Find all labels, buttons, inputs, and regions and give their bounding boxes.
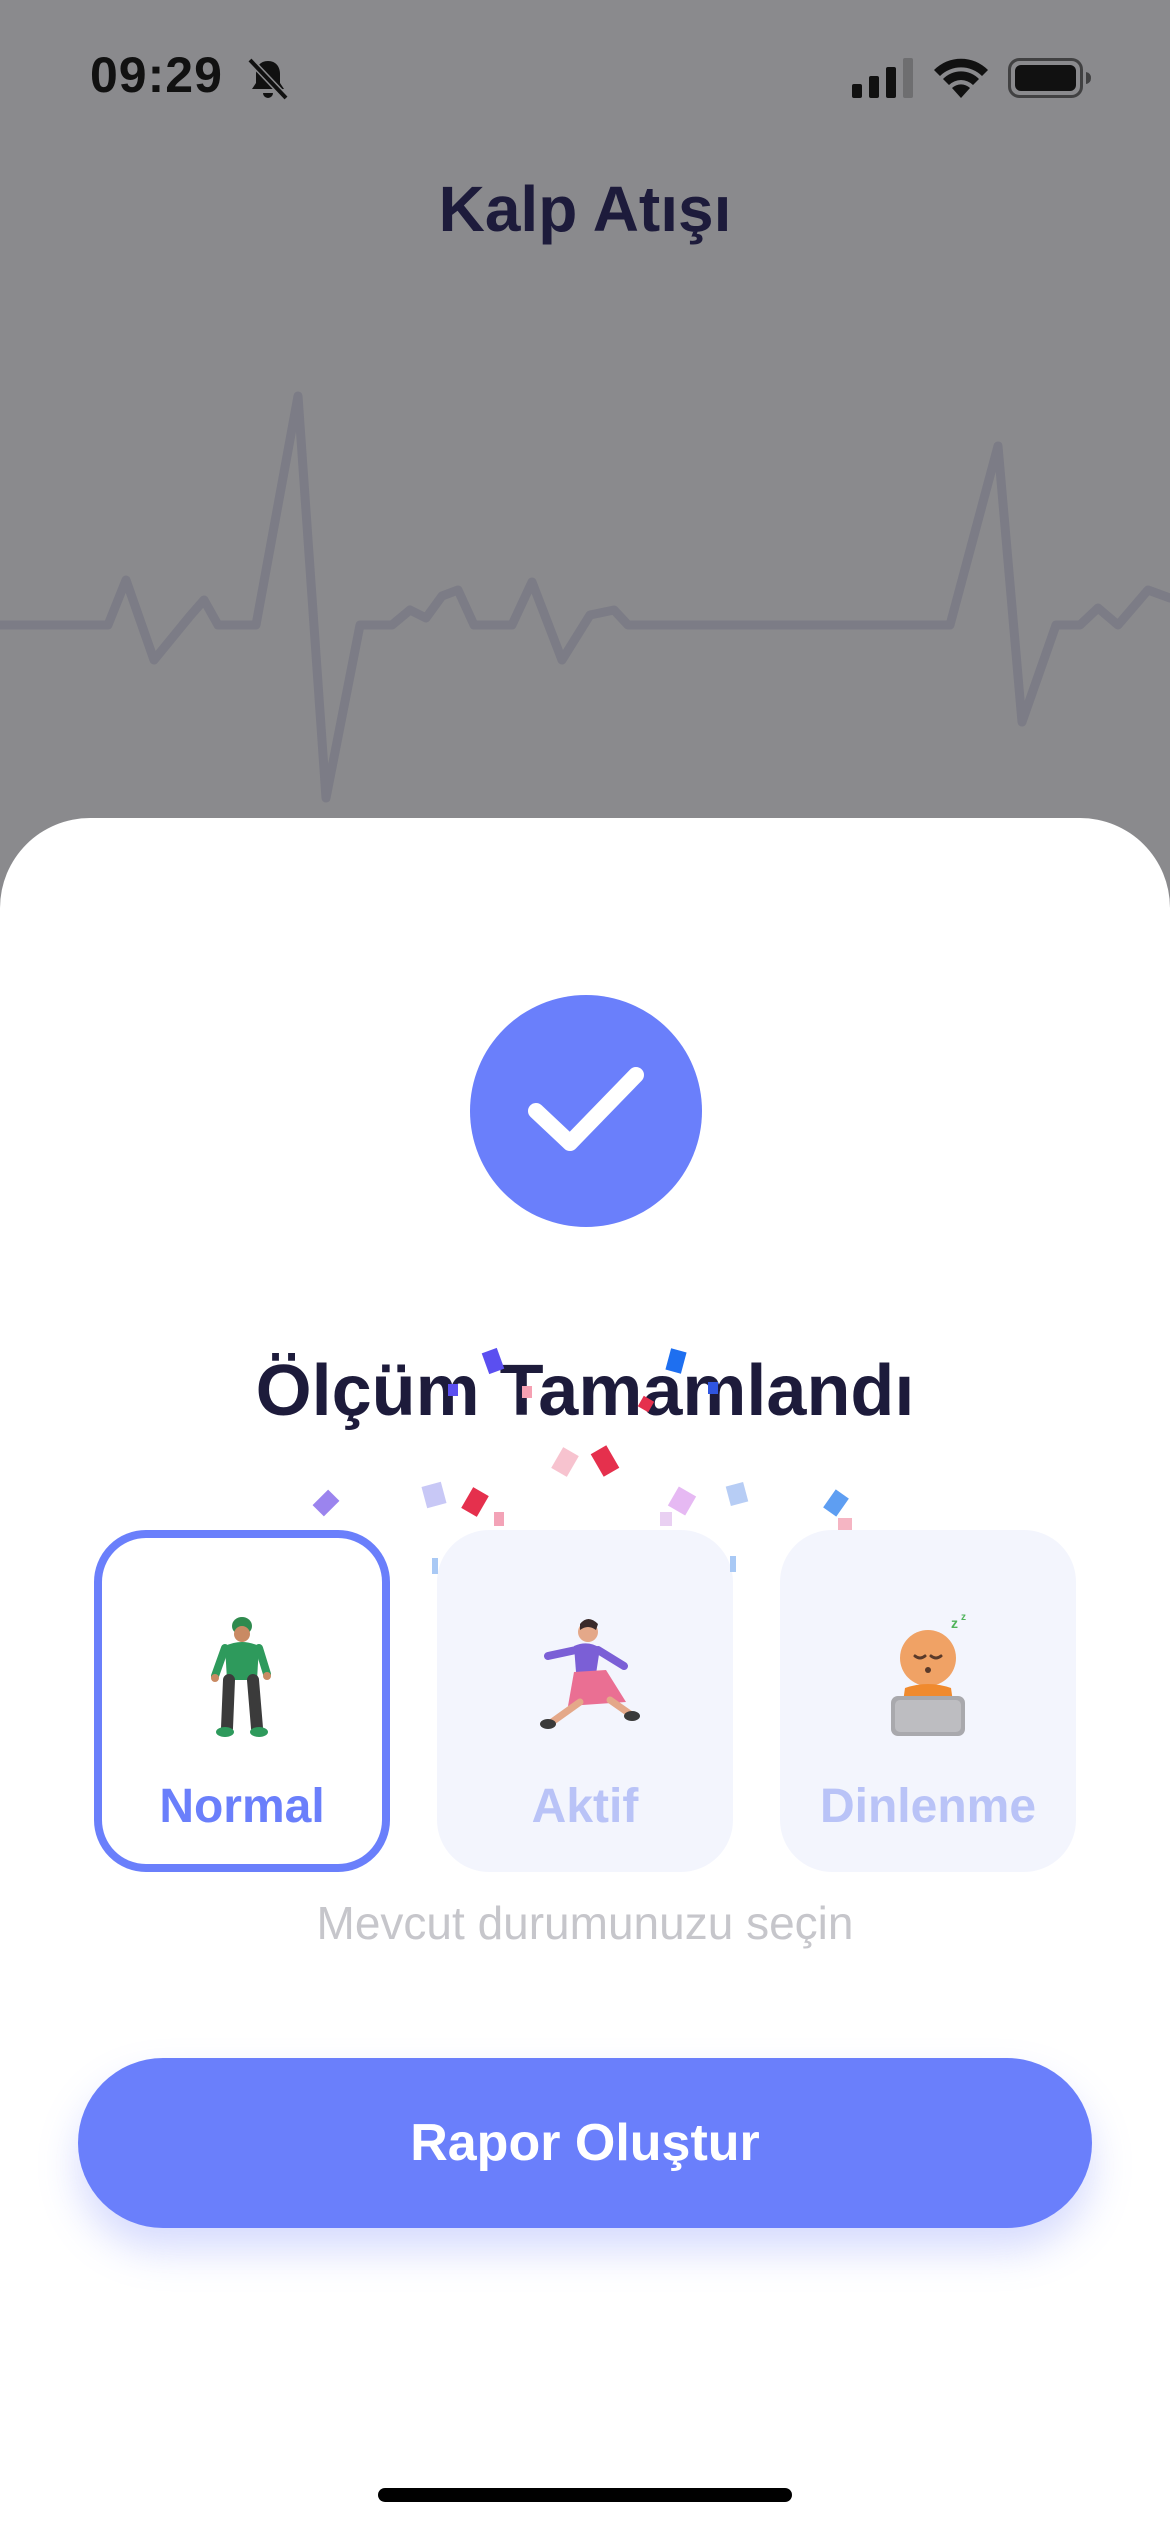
option-label: Dinlenme xyxy=(819,1780,1037,1833)
page-title: Kalp Atışı xyxy=(438,173,732,245)
wifi-icon xyxy=(934,58,988,98)
state-hint-text: Mevcut durumunuzu seçin xyxy=(316,1897,854,1949)
bell-muted-icon xyxy=(247,57,289,101)
create-report-button[interactable]: Rapor Oluştur xyxy=(78,2058,1092,2228)
svg-text:z: z xyxy=(951,1615,958,1631)
ecg-waveform xyxy=(0,391,1170,803)
success-check-icon xyxy=(470,995,702,1227)
status-bar: 09:29 xyxy=(0,0,1170,150)
standing-person-icon xyxy=(211,1617,271,1737)
cellular-signal-icon xyxy=(852,58,913,98)
option-label: Normal xyxy=(159,1780,325,1833)
option-aktif[interactable]: Aktif xyxy=(437,1530,733,1872)
running-person-icon xyxy=(540,1619,640,1729)
option-dinlenme[interactable]: z z Dinlenme xyxy=(780,1530,1076,1872)
svg-text:z: z xyxy=(961,1612,966,1623)
option-normal[interactable]: Normal xyxy=(94,1530,390,1872)
option-label: Aktif xyxy=(531,1780,639,1833)
battery-icon xyxy=(1008,58,1091,98)
status-time: 09:29 xyxy=(90,47,223,103)
measurement-complete-title: Ölçüm Tamamlandı xyxy=(255,1351,915,1431)
sleeping-person-icon: z z xyxy=(891,1612,966,1736)
home-indicator[interactable] xyxy=(378,2488,792,2502)
